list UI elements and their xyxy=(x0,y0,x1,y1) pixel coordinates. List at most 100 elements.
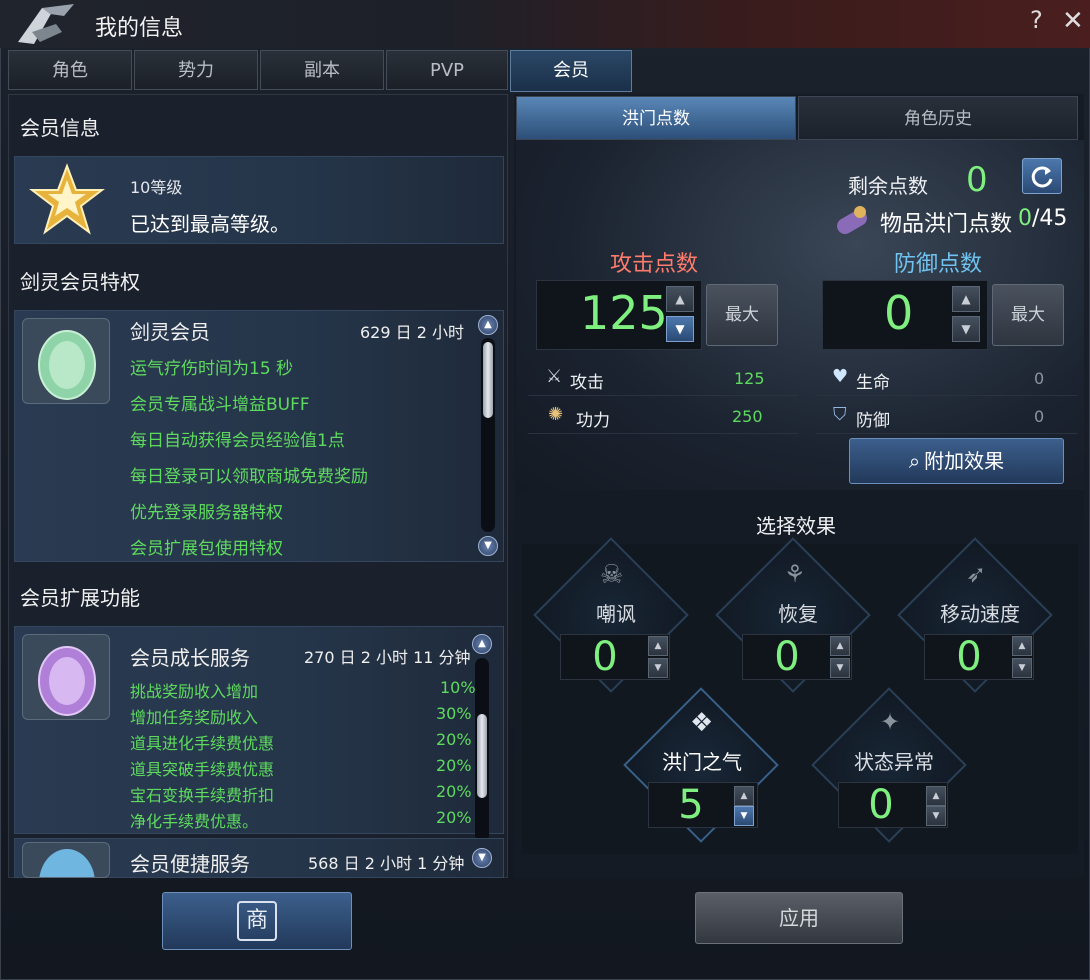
growth-row-value: 10% xyxy=(440,678,476,697)
stat-value: 125 xyxy=(734,369,765,388)
scroll-down-button[interactable]: ▼ xyxy=(478,536,498,556)
privileges-title: 剑灵会员特权 xyxy=(20,270,140,294)
item-points-current: 0 xyxy=(1018,206,1032,231)
defense-max-button[interactable]: 最大 xyxy=(992,284,1064,346)
item-points-total: /45 xyxy=(1032,206,1068,231)
effect-increase-button[interactable]: ▲ xyxy=(830,636,850,656)
privilege-name: 剑灵会员 xyxy=(130,320,210,344)
growth-row-label: 宝石变换手续费折扣 xyxy=(130,786,275,805)
attack-decrease-button[interactable]: ▼ xyxy=(666,316,694,342)
purple-badge-icon xyxy=(22,634,110,720)
defense-points-title: 防御点数 xyxy=(894,252,983,277)
effect-label: 洪门之气 xyxy=(662,750,742,774)
attack-points-value: 125 xyxy=(580,286,668,340)
remaining-points-value: 0 xyxy=(966,160,988,200)
convenience-name: 会员便捷服务 xyxy=(130,852,250,876)
privilege-item: 优先登录服务器特权 xyxy=(130,503,283,523)
shop-icon: 商 xyxy=(237,901,277,941)
effect-value: 0 xyxy=(592,634,618,680)
effect-value: 0 xyxy=(774,634,800,680)
stat-label: 生命 xyxy=(856,373,890,393)
scroll-up-button[interactable]: ▲ xyxy=(472,634,492,654)
member-level: 10等级 xyxy=(130,178,183,197)
privilege-item: 运气疗伤时间为15 秒 xyxy=(130,359,294,379)
scrollbar-thumb[interactable] xyxy=(483,342,493,418)
game-logo-icon xyxy=(12,2,82,46)
stat-label: 攻击 xyxy=(570,373,604,393)
select-effect-title: 选择效果 xyxy=(756,514,836,538)
subtab-hongmen-points[interactable]: 洪门点数 xyxy=(516,96,796,140)
scroll-down-button[interactable]: ▼ xyxy=(472,848,492,868)
member-info-title: 会员信息 xyxy=(20,116,100,140)
subtab-character-history[interactable]: 角色历史 xyxy=(798,96,1078,140)
growth-row-label: 道具突破手续费优惠 xyxy=(130,760,275,779)
stat-value: 250 xyxy=(732,407,763,426)
effect-increase-button[interactable]: ▲ xyxy=(1012,636,1032,656)
growth-row-value: 20% xyxy=(436,756,472,775)
effect-decrease-button[interactable]: ▼ xyxy=(648,658,668,678)
remaining-points-label: 剩余点数 xyxy=(848,174,928,198)
privilege-item: 每日登录可以领取商城免费奖励 xyxy=(130,467,368,487)
growth-row-value: 20% xyxy=(436,808,472,827)
growth-name: 会员成长服务 xyxy=(130,646,250,670)
item-points-label: 物品洪门点数 xyxy=(880,212,1013,237)
privilege-item: 会员专属战斗增益BUFF xyxy=(130,395,310,415)
extra-effect-label: 附加效果 xyxy=(924,449,1005,473)
window-title: 我的信息 xyxy=(95,16,184,41)
privilege-item: 每日自动获得会员经验值1点 xyxy=(130,431,345,451)
effect-decrease-button[interactable]: ▼ xyxy=(926,806,946,826)
effect-decrease-button[interactable]: ▼ xyxy=(734,806,754,826)
tab-character[interactable]: 角色 xyxy=(8,50,132,90)
shop-button[interactable]: 商 xyxy=(162,892,352,950)
defense-points-value: 0 xyxy=(884,286,914,340)
effect-increase-button[interactable]: ▲ xyxy=(926,786,946,806)
tab-faction[interactable]: 势力 xyxy=(134,50,258,90)
effect-label: 状态异常 xyxy=(854,750,934,774)
growth-row-value: 20% xyxy=(436,730,472,749)
defense-increase-button[interactable]: ▲ xyxy=(952,286,980,312)
effect-label: 恢复 xyxy=(778,602,818,626)
stat-value: 0 xyxy=(1034,369,1045,388)
effect-decrease-button[interactable]: ▼ xyxy=(830,658,850,678)
effect-decrease-button[interactable]: ▼ xyxy=(1012,658,1032,678)
effect-increase-button[interactable]: ▲ xyxy=(648,636,668,656)
extra-effect-button[interactable]: ⌕ 附加效果 xyxy=(849,438,1064,484)
tab-pvp[interactable]: PVP xyxy=(386,50,508,90)
help-icon[interactable]: ? xyxy=(1030,6,1043,34)
scrollbar-thumb[interactable] xyxy=(477,714,487,798)
tab-dungeon[interactable]: 副本 xyxy=(260,50,384,90)
privilege-item: 会员扩展包使用特权 xyxy=(130,539,283,559)
power-icon: ✺ xyxy=(548,404,564,425)
growth-time: 270 日 2 小时 11 分钟 xyxy=(304,648,471,667)
search-icon: ⌕ xyxy=(908,449,921,473)
effect-label: 嘲讽 xyxy=(596,602,636,626)
member-level-desc: 已达到最高等级。 xyxy=(130,212,290,236)
sprout-icon: ⚘ xyxy=(784,560,806,588)
attack-max-button[interactable]: 最大 xyxy=(706,284,778,346)
extension-title: 会员扩展功能 xyxy=(20,586,140,610)
scroll-item-icon xyxy=(830,202,874,240)
growth-row-value: 20% xyxy=(436,782,472,801)
skull-icon: ☠ xyxy=(600,560,624,590)
reset-button[interactable] xyxy=(1022,158,1062,194)
growth-row-label: 增加任务奖励收入 xyxy=(130,708,259,727)
scroll-up-button[interactable]: ▲ xyxy=(478,315,498,335)
effect-value: 0 xyxy=(868,782,894,828)
attack-increase-button[interactable]: ▲ xyxy=(666,286,694,312)
effect-value: 0 xyxy=(956,634,982,680)
privilege-time: 629 日 2 小时 xyxy=(360,323,464,342)
stars-icon: ✦ xyxy=(880,708,901,736)
star-emblem-icon xyxy=(24,160,110,240)
growth-row-label: 道具进化手续费优惠 xyxy=(130,734,275,753)
close-icon[interactable]: ✕ xyxy=(1062,6,1084,36)
apply-button[interactable]: 应用 xyxy=(695,892,903,944)
tab-membership[interactable]: 会员 xyxy=(510,50,632,92)
attack-points-title: 攻击点数 xyxy=(610,252,699,277)
convenience-time: 568 日 2 小时 1 分钟 xyxy=(308,854,465,873)
runner-icon: ➶ xyxy=(966,560,987,588)
defense-decrease-button[interactable]: ▼ xyxy=(952,316,980,342)
dragon-icon: ❖ xyxy=(690,708,714,738)
effect-label: 移动速度 xyxy=(940,602,1020,626)
effect-increase-button[interactable]: ▲ xyxy=(734,786,754,806)
blue-badge-icon xyxy=(22,842,110,878)
